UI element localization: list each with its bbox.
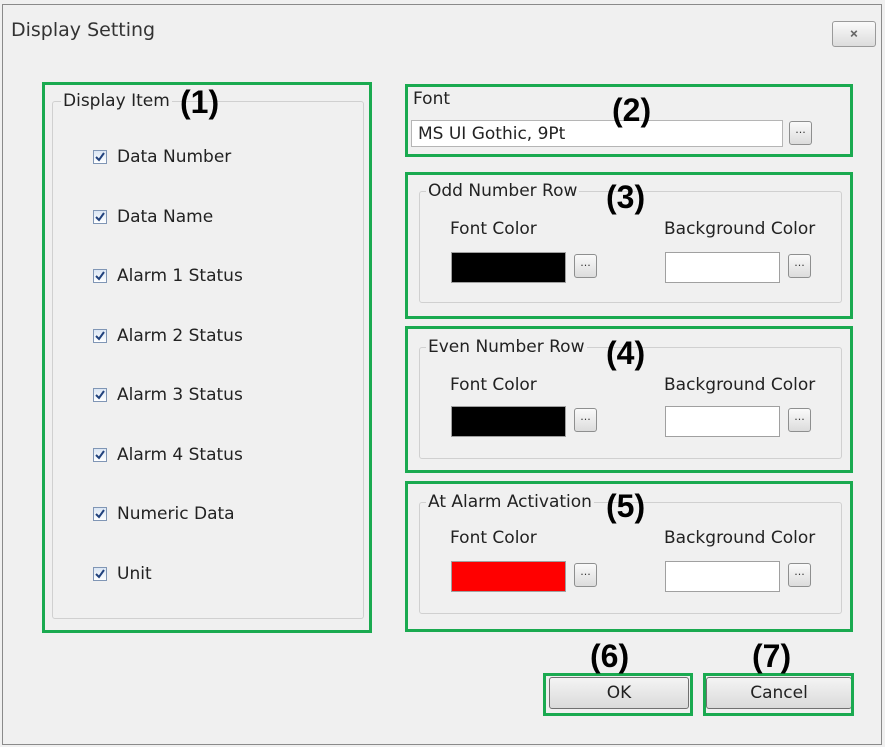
display-item-checkbox-row[interactable]: Data Name [93, 207, 213, 227]
display-item-checkbox-row[interactable]: Data Number [93, 147, 231, 167]
checkbox-label: Alarm 3 Status [117, 385, 243, 405]
odd-background-color-label: Background Color [664, 219, 816, 239]
even-background-color-swatch [665, 406, 780, 437]
alarm-font-color-button[interactable]: ... [574, 563, 597, 587]
alarm-background-color-swatch [665, 561, 780, 592]
callout-2: (2) [612, 92, 652, 128]
checkmark-icon [95, 152, 105, 162]
font-field[interactable]: MS UI Gothic, 9Pt [411, 120, 783, 147]
callout-6: (6) [590, 638, 630, 674]
checkmark-icon [95, 449, 105, 460]
cancel-button-label: Cancel [750, 683, 808, 703]
alarm-font-color-swatch [451, 561, 566, 592]
title-bar: Display Setting ⨯ [3, 5, 881, 59]
callout-1: (1) [180, 84, 220, 120]
checkmark-icon [95, 211, 105, 222]
checkmark-icon [95, 509, 105, 519]
odd-row-legend: Odd Number Row [426, 181, 580, 201]
odd-font-color-label: Font Color [450, 219, 537, 239]
checkbox-label: Alarm 1 Status [117, 266, 243, 286]
checkmark-icon [95, 568, 105, 579]
odd-background-color-swatch [665, 252, 780, 283]
window-title: Display Setting [11, 19, 156, 41]
checkbox[interactable] [93, 269, 107, 283]
callout-7: (7) [752, 638, 792, 674]
odd-background-color-button[interactable]: ... [788, 254, 811, 278]
checkmark-icon [95, 271, 105, 281]
odd-font-color-swatch [451, 252, 566, 283]
even-row-legend: Even Number Row [426, 337, 587, 357]
display-item-checkbox-row[interactable]: Alarm 2 Status [93, 326, 243, 346]
even-font-color-button[interactable]: ... [574, 408, 597, 432]
checkbox-label: Data Number [117, 147, 232, 167]
font-browse-button[interactable]: ... [789, 121, 812, 145]
close-button[interactable]: ⨯ [832, 21, 876, 47]
even-background-color-button[interactable]: ... [788, 408, 811, 432]
checkbox[interactable] [93, 447, 107, 462]
alarm-font-color-label: Font Color [450, 528, 537, 548]
font-legend: Font [411, 89, 453, 109]
callout-5: (5) [606, 488, 646, 524]
callout-4: (4) [606, 335, 646, 371]
ok-button-label: OK [606, 683, 632, 703]
checkbox-label: Unit [117, 563, 152, 584]
checkbox-label: Alarm 4 Status [117, 444, 243, 465]
checkbox-label: Alarm 2 Status [117, 325, 243, 346]
ok-button[interactable]: OK [549, 677, 689, 709]
checkbox[interactable] [93, 388, 107, 402]
display-item-group: Display Item [52, 91, 364, 619]
alarm-legend: At Alarm Activation [426, 492, 594, 512]
cancel-button[interactable]: Cancel [706, 677, 852, 709]
odd-font-color-button[interactable]: ... [574, 254, 597, 278]
checkbox-label: Numeric Data [117, 504, 235, 524]
display-item-checkbox-row[interactable]: Alarm 4 Status [93, 445, 243, 465]
display-item-checkbox-row[interactable]: Alarm 1 Status [93, 266, 243, 286]
checkbox[interactable] [93, 507, 107, 521]
even-background-color-label: Background Color [664, 375, 816, 395]
callout-3: (3) [606, 179, 646, 215]
alarm-background-color-label: Background Color [664, 528, 816, 548]
checkmark-icon [95, 390, 105, 400]
alarm-background-color-button[interactable]: ... [788, 563, 811, 587]
even-font-color-swatch [451, 406, 566, 437]
display-item-checkbox-row[interactable]: Unit [93, 564, 152, 584]
checkbox[interactable] [93, 328, 107, 343]
checkbox[interactable] [93, 566, 107, 581]
checkbox[interactable] [93, 209, 107, 224]
close-icon: ⨯ [849, 26, 859, 42]
display-item-checkbox-row[interactable]: Numeric Data [93, 504, 235, 524]
checkmark-icon [95, 330, 105, 341]
display-item-checkbox-row[interactable]: Alarm 3 Status [93, 385, 243, 405]
checkbox-label: Data Name [117, 206, 214, 227]
even-font-color-label: Font Color [450, 375, 537, 395]
display-item-legend: Display Item [61, 91, 172, 111]
checkbox[interactable] [93, 150, 107, 164]
